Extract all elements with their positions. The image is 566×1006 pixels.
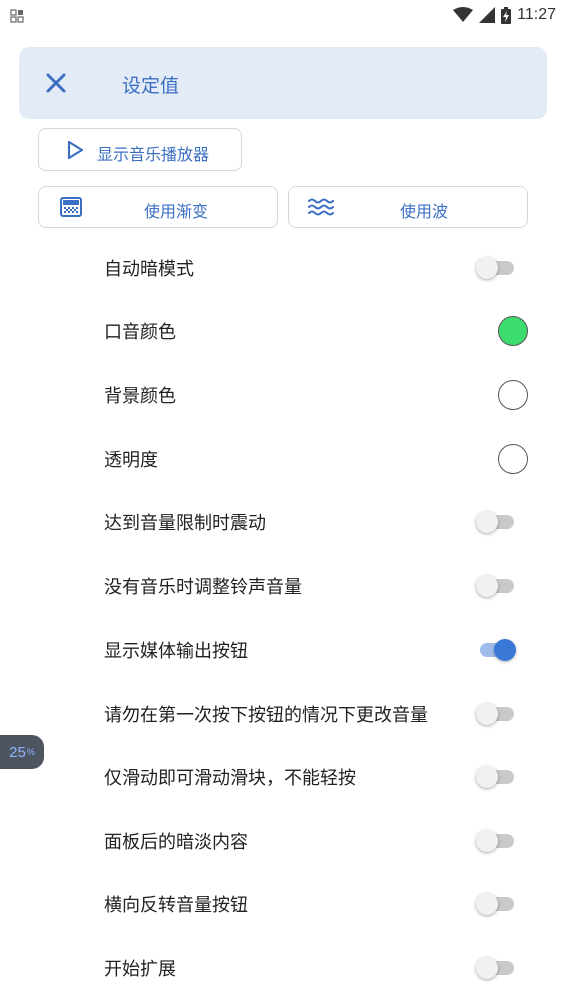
setting-label: 开始扩展: [104, 959, 176, 980]
setting-auto-dark-mode[interactable]: 自动暗模式: [0, 236, 566, 300]
setting-label: 透明度: [104, 450, 158, 471]
setting-accent-color[interactable]: 口音颜色: [0, 299, 566, 363]
close-icon[interactable]: [42, 69, 70, 97]
volume-percent-value: 25: [9, 743, 26, 761]
no-change-on-first-press-toggle[interactable]: [476, 703, 516, 725]
status-icons: 11:27: [453, 4, 556, 26]
setting-start-expanded[interactable]: 开始扩展: [0, 936, 566, 1000]
use-gradient-button[interactable]: 使用渐变: [38, 186, 278, 228]
reverse-landscape-buttons-toggle[interactable]: [476, 893, 516, 915]
use-wave-button[interactable]: 使用波: [288, 186, 528, 228]
setting-background-color[interactable]: 背景颜色: [0, 363, 566, 427]
setting-label: 背景颜色: [104, 386, 176, 407]
slide-only-toggle[interactable]: [476, 766, 516, 788]
settings-header: 设定值: [19, 47, 547, 119]
transparency-swatch[interactable]: [498, 444, 528, 474]
play-icon: [67, 140, 84, 160]
battery-charging-icon: [501, 6, 512, 24]
start-expanded-toggle[interactable]: [476, 957, 516, 979]
setting-label: 请勿在第一次按下按钮的情况下更改音量: [104, 705, 428, 726]
page-title: 设定值: [122, 75, 180, 97]
status-bar: 11:27: [0, 0, 566, 30]
clock-time: 11:27: [517, 6, 556, 23]
use-gradient-label: 使用渐变: [143, 202, 208, 221]
accent-color-swatch[interactable]: [498, 316, 528, 346]
use-wave-label: 使用波: [399, 202, 448, 221]
volume-percent-unit: %: [26, 747, 35, 757]
setting-label: 仅滑动即可滑动滑块，不能轻按: [104, 768, 356, 789]
setting-slide-only[interactable]: 仅滑动即可滑动滑块，不能轻按: [0, 745, 566, 809]
setting-no-change-on-first-press[interactable]: 请勿在第一次按下按钮的情况下更改音量: [0, 682, 566, 746]
media-output-button-toggle[interactable]: [476, 639, 516, 661]
setting-vibrate-on-limit[interactable]: 达到音量限制时震动: [0, 490, 566, 554]
cell-signal-icon: [479, 7, 496, 23]
ringer-when-no-music-toggle[interactable]: [476, 575, 516, 597]
setting-label: 面板后的暗淡内容: [104, 832, 248, 853]
vibrate-on-limit-toggle[interactable]: [476, 511, 516, 533]
setting-label: 自动暗模式: [104, 259, 194, 280]
show-music-player-button[interactable]: 显示音乐播放器: [38, 128, 242, 171]
auto-dark-mode-toggle[interactable]: [476, 257, 516, 279]
notification-grid-icon: [10, 9, 24, 23]
setting-label: 显示媒体输出按钮: [104, 641, 248, 662]
setting-media-output-button[interactable]: 显示媒体输出按钮: [0, 618, 566, 682]
setting-transparency[interactable]: 透明度: [0, 427, 566, 491]
dim-behind-panel-toggle[interactable]: [476, 830, 516, 852]
setting-label: 口音颜色: [104, 322, 176, 343]
setting-reverse-landscape-buttons[interactable]: 横向反转音量按钮: [0, 872, 566, 936]
setting-dim-behind-panel[interactable]: 面板后的暗淡内容: [0, 809, 566, 873]
background-color-swatch[interactable]: [498, 380, 528, 410]
setting-label: 达到音量限制时震动: [104, 513, 266, 534]
setting-label: 没有音乐时调整铃声音量: [104, 577, 302, 598]
volume-percent-badge[interactable]: 25%: [0, 735, 44, 769]
wifi-icon: [453, 7, 474, 22]
show-music-player-label: 显示音乐播放器: [97, 145, 210, 164]
setting-ringer-when-no-music[interactable]: 没有音乐时调整铃声音量: [0, 554, 566, 618]
setting-label: 横向反转音量按钮: [104, 895, 248, 916]
